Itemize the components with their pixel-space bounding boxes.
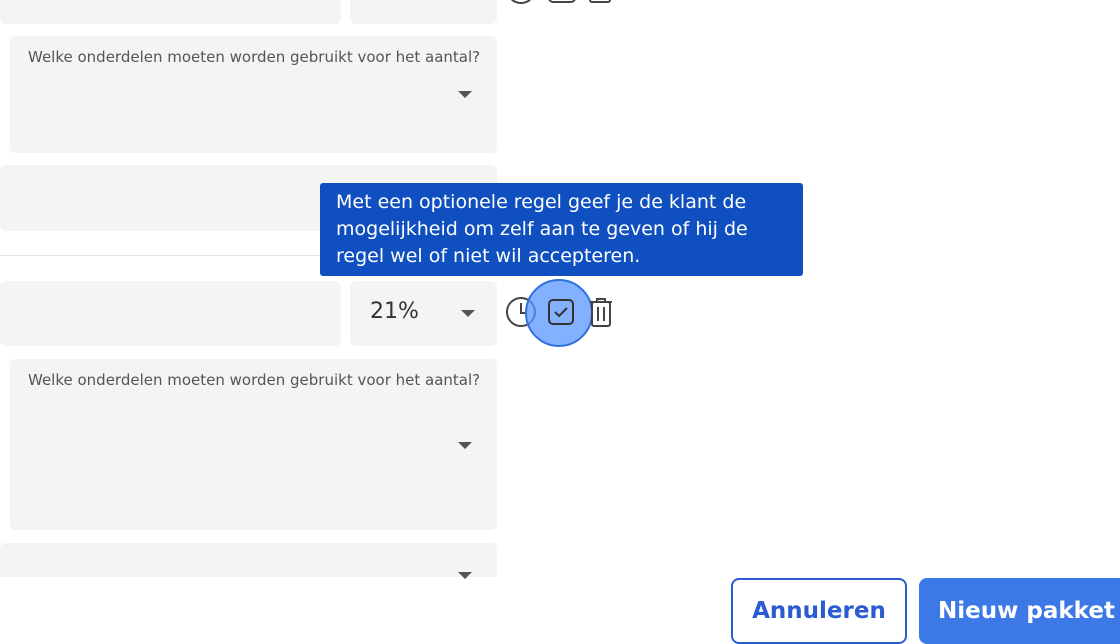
rule1-units-select[interactable]: Welke onderdelen moeten worden gebruikt …: [10, 36, 497, 153]
chevron-down-icon: [461, 310, 475, 317]
new-package-button[interactable]: Nieuw pakket: [919, 578, 1120, 644]
rule1-vat-select[interactable]: [350, 0, 497, 24]
rule2-units-label: Welke onderdelen moeten worden gebruikt …: [28, 371, 481, 389]
trash-icon[interactable]: [587, 296, 615, 328]
trash-icon[interactable]: [587, 0, 613, 6]
chevron-down-icon: [458, 572, 472, 579]
chevron-down-icon: [458, 91, 472, 98]
checkbox-icon[interactable]: [547, 298, 575, 326]
rule2-vat-select[interactable]: 21%: [350, 281, 497, 346]
rule2-extra-select[interactable]: [0, 543, 497, 579]
optional-rule-tooltip: Met een optionele regel geef je de klant…: [320, 183, 803, 276]
chevron-down-icon: [458, 442, 472, 449]
rule1-description-field[interactable]: [0, 0, 341, 24]
clock-icon[interactable]: [505, 0, 537, 6]
rule2-description-field[interactable]: [0, 281, 341, 346]
checkbox-icon[interactable]: [548, 0, 576, 6]
rule1-units-label: Welke onderdelen moeten worden gebruikt …: [28, 48, 481, 66]
cancel-button[interactable]: Annuleren: [731, 578, 907, 644]
rule2-units-select[interactable]: Welke onderdelen moeten worden gebruikt …: [10, 359, 497, 530]
vat-value: 21%: [370, 299, 419, 324]
